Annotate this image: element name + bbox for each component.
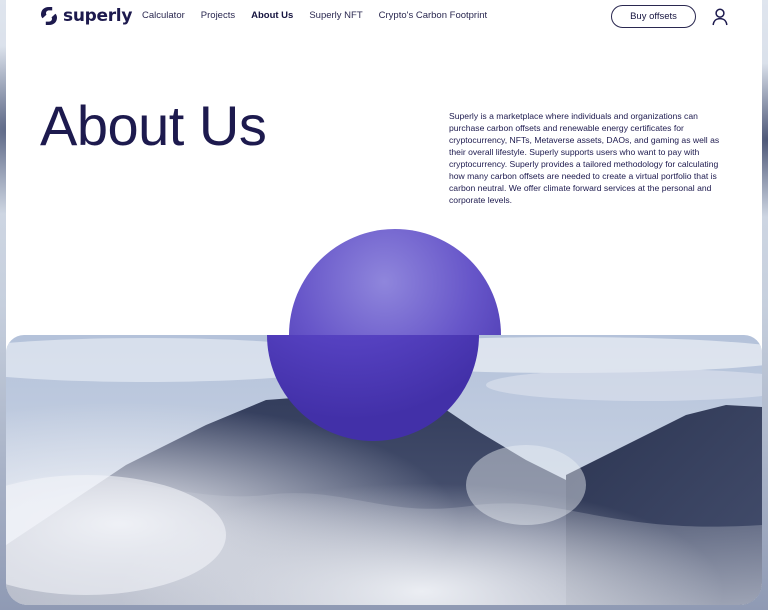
nav-superly-nft[interactable]: Superly NFT — [309, 10, 362, 21]
nav-about-us[interactable]: About Us — [251, 10, 293, 21]
about-description: Superly is a marketplace where individua… — [449, 111, 720, 205]
top-navigation: superly Calculator Projects About Us Sup… — [6, 0, 762, 34]
sphere-top-half — [289, 228, 501, 335]
page-title: About Us — [40, 94, 267, 157]
nav-projects[interactable]: Projects — [201, 10, 235, 21]
main-menu: Calculator Projects About Us Superly NFT… — [142, 10, 503, 21]
brand-name: superly — [63, 6, 133, 26]
nav-crypto-carbon-footprint[interactable]: Crypto's Carbon Footprint — [379, 10, 487, 21]
page-card: superly Calculator Projects About Us Sup… — [6, 0, 762, 605]
superly-logo-icon — [41, 7, 57, 25]
nav-calculator[interactable]: Calculator — [142, 10, 185, 21]
superly-logo[interactable]: superly — [39, 5, 132, 27]
user-icon[interactable] — [712, 8, 728, 26]
buy-offsets-button[interactable]: Buy offsets — [611, 5, 696, 28]
sphere-bottom-half — [267, 335, 479, 441]
